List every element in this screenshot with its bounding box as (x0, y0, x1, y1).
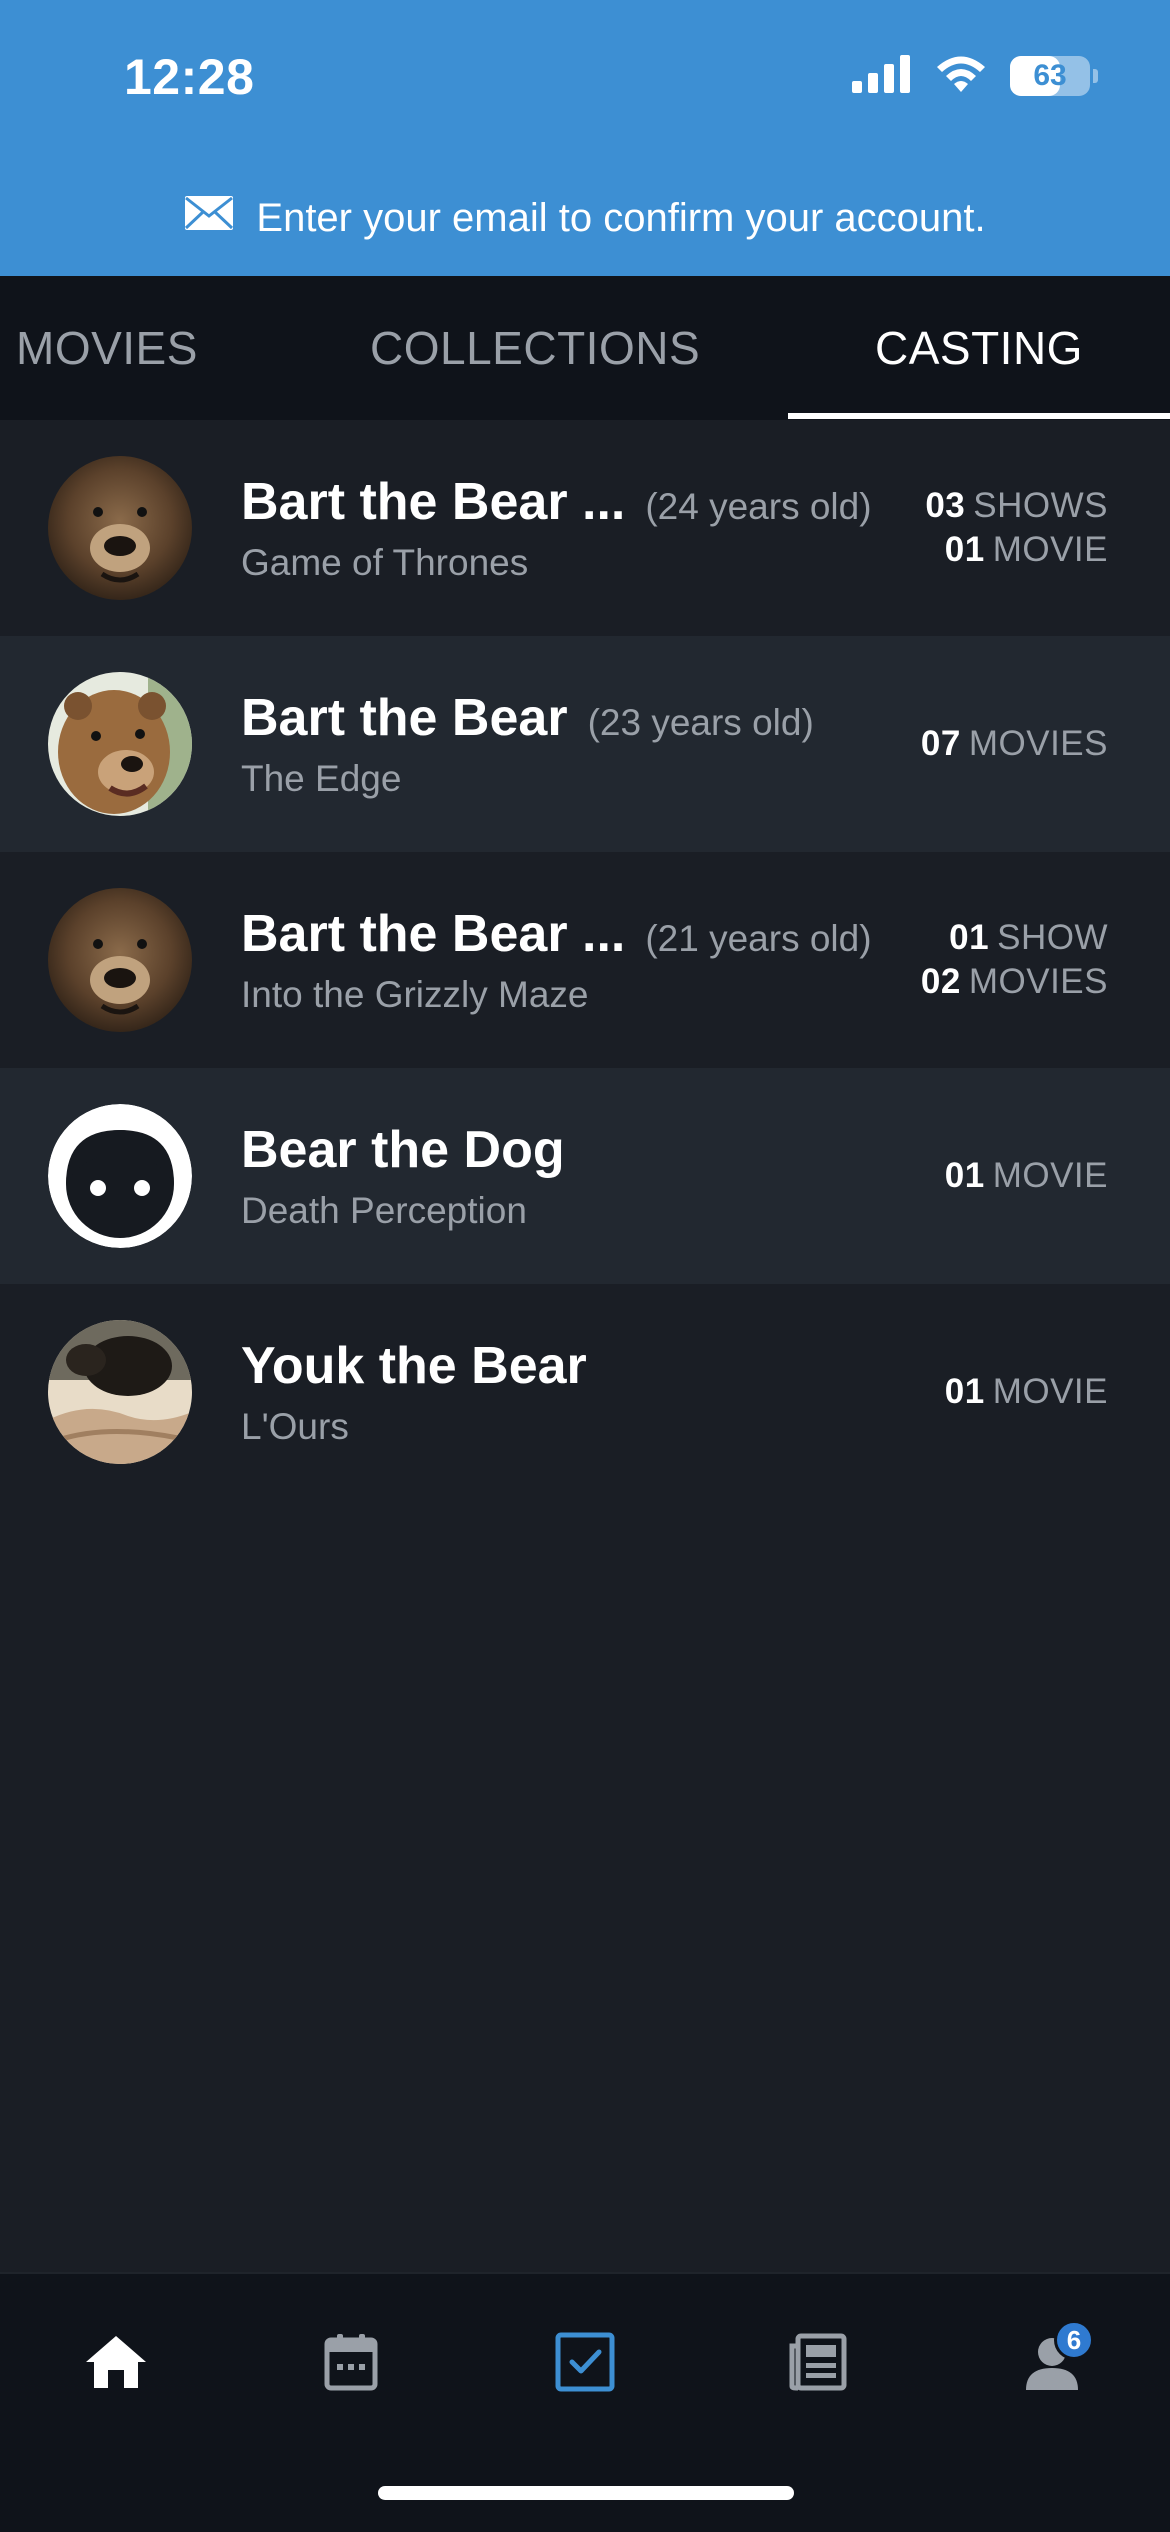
cast-row[interactable]: Bart the Bear (23 years old) The Edge 07… (0, 636, 1170, 852)
cast-credit-counts: 07 MOVIES (921, 636, 1108, 852)
cast-name: Bart the Bear (241, 689, 568, 747)
cast-credit-counts: 01 SHOW 02 MOVIES (921, 852, 1108, 1068)
movies-count: 01 MOVIE (944, 1372, 1108, 1411)
bear-avatar (48, 456, 192, 600)
tab-collections[interactable]: COLLECTIONS (370, 276, 700, 420)
cast-credit-counts: 01 MOVIE (945, 1284, 1108, 1500)
tab-casting[interactable]: CASTING (875, 276, 1083, 420)
cast-row[interactable]: Youk the Bear L'Ours 01 MOVIE (0, 1284, 1170, 1500)
status-time: 12:28 (124, 49, 255, 105)
nav-news[interactable] (768, 2314, 868, 2414)
active-tab-indicator (788, 413, 1170, 419)
shows-count: 01 SHOW (949, 918, 1108, 957)
home-indicator[interactable] (378, 2486, 794, 2500)
nav-calendar[interactable] (301, 2314, 401, 2414)
bear-avatar (48, 672, 192, 816)
cast-credit-counts: 01 MOVIE (945, 1068, 1108, 1284)
battery-level: 63 (1033, 59, 1067, 92)
home-icon (84, 2334, 148, 2395)
default-person-icon (48, 1104, 192, 1248)
movies-count: 01 MOVIE (944, 1156, 1108, 1195)
nav-watchlist[interactable] (535, 2314, 635, 2414)
cast-age: (23 years old) (587, 702, 814, 743)
cast-row[interactable]: Bart the Bear ... (21 years old) Into th… (0, 852, 1170, 1068)
cast-row[interactable]: Bear the Dog Death Perception 01 MOVIE (0, 1068, 1170, 1284)
movies-count: 01 MOVIE (944, 530, 1108, 569)
header: 12:28 63 Enter your email to confirm you… (0, 0, 1170, 276)
wifi-icon (934, 54, 988, 99)
checkbox-icon (555, 2332, 615, 2397)
calendar-icon (323, 2332, 379, 2397)
movies-count: 07 MOVIES (920, 724, 1108, 763)
cast-name: Youk the Bear (241, 1337, 587, 1395)
nav-home[interactable] (66, 2314, 166, 2414)
nav-profile[interactable]: 6 (1002, 2314, 1102, 2414)
cast-known-for: Into the Grizzly Maze (241, 974, 589, 1015)
bear-avatar (48, 888, 192, 1032)
status-icons: 63 (852, 54, 1098, 99)
cast-known-for: The Edge (241, 758, 402, 799)
confirm-email-banner[interactable]: Enter your email to confirm your account… (0, 190, 1170, 246)
cast-list: Bart the Bear ... (24 years old) Game of… (0, 420, 1170, 1500)
battery-indicator: 63 (1010, 56, 1098, 96)
banner-text: Enter your email to confirm your account… (256, 195, 986, 240)
mail-icon (184, 195, 234, 241)
cast-known-for: L'Ours (241, 1406, 349, 1447)
cast-row[interactable]: Bart the Bear ... (24 years old) Game of… (0, 420, 1170, 636)
cast-name: Bear the Dog (241, 1121, 565, 1179)
cast-known-for: Death Perception (241, 1190, 527, 1231)
movies-count: 02 MOVIES (920, 962, 1108, 1001)
cast-name: Bart the Bear ... (241, 473, 626, 531)
news-icon (788, 2332, 848, 2397)
cellular-signal-icon (852, 54, 912, 98)
cast-age: (21 years old) (645, 918, 872, 959)
bear-avatar (48, 1320, 192, 1464)
cast-credit-counts: 03 SHOWS 01 MOVIE (925, 420, 1108, 636)
cast-age: (24 years old) (645, 486, 872, 527)
notification-badge: 6 (1054, 2320, 1094, 2360)
tab-bar: MOVIES COLLECTIONS CASTING (0, 276, 1170, 420)
cast-known-for: Game of Thrones (241, 542, 529, 583)
tab-movies[interactable]: MOVIES (16, 276, 198, 420)
cast-name: Bart the Bear ... (241, 905, 626, 963)
shows-count: 03 SHOWS (925, 486, 1108, 525)
